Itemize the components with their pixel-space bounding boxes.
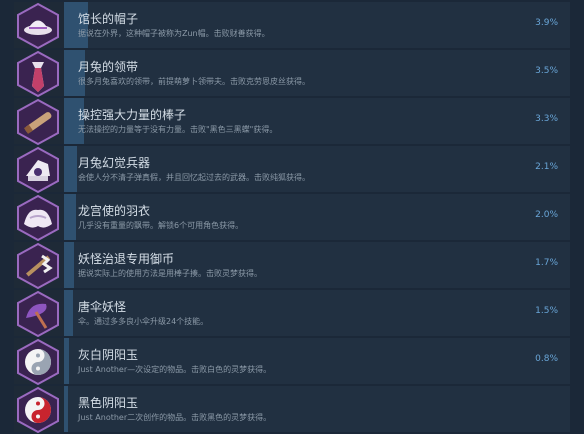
progress-fill <box>64 146 77 192</box>
achievement-title: 月兔幻觉兵器 <box>78 156 151 170</box>
progress-fill <box>64 242 74 288</box>
achievement-panel: 馆长的帽子 据说在外界，这种帽子被称为Zun帽。击败财善获得。 3.9% <box>64 2 570 48</box>
yinyang-gray-icon <box>17 338 59 386</box>
achievement-desc: Just Another—次设定的物品。击败白色的灵梦获得。 <box>78 365 272 374</box>
unlock-percent: 1.7% <box>535 258 558 268</box>
achievement-row[interactable]: 月兔的领带 很多月兔喜欢的领带，前提萌萝卜领带夫。击败克劳恩皮丝获得。 3.5% <box>14 50 570 98</box>
achievement-title: 操控强大力量的棒子 <box>78 108 187 122</box>
achievement-desc: 几乎没有重量的飘带。解锁6个可用角色获得。 <box>78 221 244 230</box>
achievement-list: 馆长的帽子 据说在外界，这种帽子被称为Zun帽。击败财善获得。 3.9% 月兔的… <box>0 0 584 434</box>
achievement-title: 妖怪治退专用御币 <box>78 252 175 266</box>
achievement-panel: 操控强大力量的棒子 无法操控的力量等于没有力量。击败"黑色三黑蝶"获得。 3.3… <box>64 98 570 144</box>
achievement-panel: 妖怪治退专用御币 据说实际上的使用方法是用棒子揍。击败灵梦获得。 1.7% <box>64 242 570 288</box>
necktie-icon <box>17 50 59 98</box>
achievement-row[interactable]: 唐伞妖怪 伞。通过多多良小伞升级24个技能。 1.5% <box>14 290 570 338</box>
achievement-desc: 会使人分不清子弹真假，并且回忆起过去的武器。击败纯狐获得。 <box>78 173 310 182</box>
achievement-title: 月兔的领带 <box>78 60 139 74</box>
gohei-icon <box>17 242 59 290</box>
weapon-icon <box>17 146 59 194</box>
unlock-percent: 2.0% <box>535 210 558 220</box>
achievement-title: 馆长的帽子 <box>78 12 139 26</box>
achievement-panel: 灰白阴阳玉 Just Another—次设定的物品。击败白色的灵梦获得。 0.8… <box>64 338 570 384</box>
achievement-desc: 据说实际上的使用方法是用棒子揍。击败灵梦获得。 <box>78 269 262 278</box>
achievement-panel: 月兔的领带 很多月兔喜欢的领带，前提萌萝卜领带夫。击败克劳恩皮丝获得。 3.5% <box>64 50 570 96</box>
achievement-title: 黑色阴阳玉 <box>78 396 139 410</box>
progress-fill <box>64 194 76 240</box>
unlock-percent: 0.8% <box>535 354 558 364</box>
achievement-desc: 很多月兔喜欢的领带，前提萌萝卜领带夫。击败克劳恩皮丝获得。 <box>78 77 310 86</box>
achievement-title: 灰白阴阳玉 <box>78 348 139 362</box>
unlock-percent: 3.5% <box>535 66 558 76</box>
unlock-percent: 1.5% <box>535 306 558 316</box>
robe-icon <box>17 194 59 242</box>
achievement-desc: Just Another二次创作的物品。击败黑色的灵梦获得。 <box>78 413 272 422</box>
achievement-row[interactable]: 黑色阴阳玉 Just Another二次创作的物品。击败黑色的灵梦获得。 <box>14 386 570 434</box>
achievement-row[interactable]: 妖怪治退专用御币 据说实际上的使用方法是用棒子揍。击败灵梦获得。 1.7% <box>14 242 570 290</box>
achievement-row[interactable]: 龙宫使的羽衣 几乎没有重量的飘带。解锁6个可用角色获得。 2.0% <box>14 194 570 242</box>
progress-fill <box>64 338 69 384</box>
achievement-panel: 龙宫使的羽衣 几乎没有重量的飘带。解锁6个可用角色获得。 2.0% <box>64 194 570 240</box>
achievement-desc: 伞。通过多多良小伞升级24个技能。 <box>78 317 209 326</box>
achievement-row[interactable]: 操控强大力量的棒子 无法操控的力量等于没有力量。击败"黑色三黑蝶"获得。 3.3… <box>14 98 570 146</box>
achievement-desc: 据说在外界，这种帽子被称为Zun帽。击败财善获得。 <box>78 29 270 38</box>
achievement-title: 龙宫使的羽衣 <box>78 204 151 218</box>
achievement-panel: 月兔幻觉兵器 会使人分不清子弹真假，并且回忆起过去的武器。击败纯狐获得。 2.1… <box>64 146 570 192</box>
achievement-panel: 黑色阴阳玉 Just Another二次创作的物品。击败黑色的灵梦获得。 <box>64 386 570 432</box>
achievement-row[interactable]: 灰白阴阳玉 Just Another—次设定的物品。击败白色的灵梦获得。 0.8… <box>14 338 570 386</box>
umbrella-icon <box>17 290 59 338</box>
unlock-percent: 3.3% <box>535 114 558 124</box>
unlock-percent: 2.1% <box>535 162 558 172</box>
achievement-desc: 无法操控的力量等于没有力量。击败"黑色三黑蝶"获得。 <box>78 125 278 134</box>
achievement-row[interactable]: 月兔幻觉兵器 会使人分不清子弹真假，并且回忆起过去的武器。击败纯狐获得。 2.1… <box>14 146 570 194</box>
progress-fill <box>64 290 73 336</box>
stick-icon <box>17 98 59 146</box>
progress-fill <box>64 386 68 432</box>
achievement-title: 唐伞妖怪 <box>78 300 127 314</box>
achievement-row[interactable]: 馆长的帽子 据说在外界，这种帽子被称为Zun帽。击败财善获得。 3.9% <box>14 2 570 50</box>
unlock-percent: 3.9% <box>535 18 558 28</box>
achievement-panel: 唐伞妖怪 伞。通过多多良小伞升级24个技能。 1.5% <box>64 290 570 336</box>
hat-icon <box>17 2 59 50</box>
